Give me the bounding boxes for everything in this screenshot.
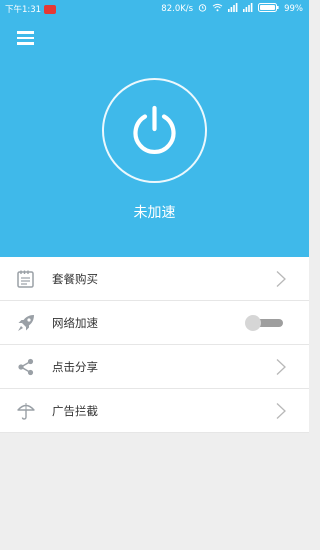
power-icon (133, 105, 176, 155)
chevron-right-icon (275, 358, 287, 376)
menu-item-package-purchase[interactable]: 套餐购买 (0, 257, 309, 301)
menu-item-network-acceleration[interactable]: 网络加速 (0, 301, 309, 345)
toggle-knob (245, 315, 261, 331)
chevron-right-icon (275, 270, 287, 288)
menu-item-label: 套餐购买 (52, 272, 98, 286)
menu-item-ad-blocking[interactable]: 广告拦截 (0, 389, 309, 433)
header-panel: 下午1:31 82.0K/s 99% 未加速 (0, 0, 309, 257)
status-time: 下午1:31 (5, 5, 42, 15)
menu-list: 套餐购买 网络加速 点击分享 广告拦截 (0, 257, 309, 433)
share-icon (16, 357, 36, 377)
acceleration-status: 未加速 (133, 205, 176, 221)
notification-icon (44, 4, 57, 14)
alarm-icon (198, 3, 207, 15)
signal-icon (243, 3, 253, 15)
menu-item-label: 广告拦截 (52, 404, 98, 418)
menu-item-share[interactable]: 点击分享 (0, 345, 309, 389)
umbrella-icon (16, 401, 36, 421)
acceleration-toggle[interactable] (245, 315, 285, 331)
battery-icon (258, 3, 279, 15)
battery-level: 99% (284, 4, 303, 14)
power-button[interactable] (102, 78, 207, 183)
menu-icon[interactable] (17, 30, 37, 46)
status-bar: 下午1:31 82.0K/s 99% (0, 0, 309, 17)
signal-icon (228, 3, 238, 15)
wifi-icon (212, 3, 223, 15)
notepad-icon (16, 269, 36, 289)
rocket-icon (16, 313, 36, 333)
menu-item-label: 点击分享 (52, 360, 98, 374)
menu-item-label: 网络加速 (52, 316, 98, 330)
network-speed: 82.0K/s (161, 4, 194, 14)
chevron-right-icon (275, 402, 287, 420)
